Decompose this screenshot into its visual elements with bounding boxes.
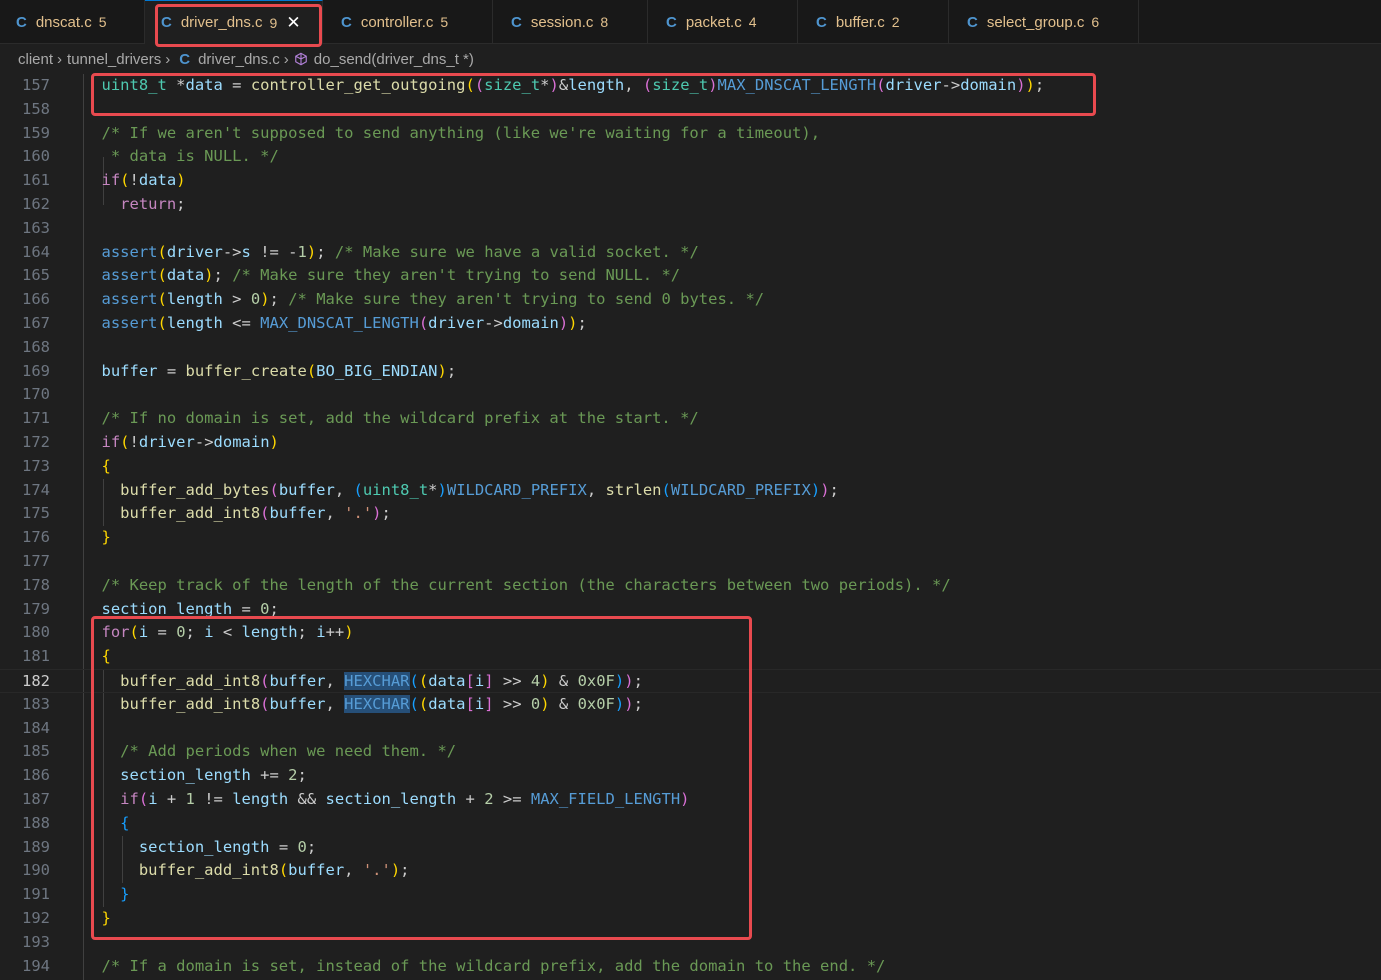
- code-line: 170: [22, 385, 50, 404]
- tab-label: buffer.c: [835, 13, 885, 31]
- code-line: 157 uint8_t *data = controller_get_outgoi…: [22, 76, 1045, 94]
- code-line: 178/* Keep track of the length of the cu…: [22, 575, 951, 594]
- code-line: 183 buffer_add_int8(buffer, HEXCHAR((dat…: [22, 694, 643, 713]
- code-line: 161 if(!data): [22, 171, 186, 190]
- problem-count: 5: [440, 14, 449, 30]
- code-line: 162 return;: [22, 195, 186, 213]
- problem-count: 4: [748, 14, 757, 30]
- tab-label: packet.c: [685, 13, 742, 31]
- code-line: 194/* If a domain is set, instead of the…: [22, 956, 886, 975]
- code-line-current: 182 buffer_add_int8(buffer, HEXCHAR((dat…: [0, 669, 1381, 693]
- code-line: 163: [22, 218, 50, 237]
- tab-label: select_group.c: [986, 13, 1085, 31]
- code-line: 159/* If we aren't supposed to send anyt…: [22, 123, 821, 142]
- tab-dnscat-c[interactable]: C dnscat.c 5: [0, 0, 145, 44]
- chevron-right-icon: ›: [165, 50, 171, 68]
- c-file-icon: C: [161, 14, 172, 31]
- code-line: 189 section_length = 0;: [22, 837, 317, 856]
- c-file-icon: C: [666, 13, 677, 31]
- tab-buffer-c[interactable]: C buffer.c 2: [798, 0, 949, 44]
- code-line: 172 if(!driver->domain): [22, 433, 279, 451]
- code-line: 193: [22, 932, 50, 951]
- code-line: 188 {: [22, 813, 130, 832]
- tab-packet-c[interactable]: C packet.c 4: [648, 0, 798, 44]
- breadcrumb-folder-client[interactable]: client: [18, 51, 53, 68]
- tab-controller-c[interactable]: C controller.c 5: [323, 0, 493, 44]
- tab-label: driver_dns.c: [180, 14, 263, 31]
- breadcrumb-symbol[interactable]: do_send(driver_dns_t *): [314, 51, 474, 68]
- problem-count: 2: [891, 14, 900, 30]
- problem-count: 5: [98, 14, 107, 30]
- c-file-icon: C: [511, 13, 522, 31]
- code-line: 180 for(i = 0; i < length; i++): [22, 623, 354, 642]
- code-line: 166 assert(length > 0); /* Make sure they…: [22, 290, 765, 309]
- close-icon[interactable]: ✕: [286, 13, 300, 33]
- code-line: 174 buffer_add_bytes(buffer, (uint8_t*)W…: [22, 480, 839, 499]
- code-line: 192}: [22, 909, 111, 927]
- c-file-icon: C: [179, 50, 191, 68]
- code-line: 176}: [22, 528, 111, 547]
- code-line: 158: [22, 99, 50, 118]
- code-line: 173{: [22, 456, 111, 475]
- code-line: 169 buffer = buffer_create(BO_BIG_ENDIAN)…: [22, 361, 457, 380]
- c-file-icon: C: [341, 13, 352, 31]
- code-line: 167 assert(length <= MAX_DNSCAT_LENGTH(dr…: [22, 314, 587, 332]
- code-line: 179 section_length = 0;: [22, 599, 279, 618]
- problem-count: 6: [1091, 14, 1100, 30]
- c-file-icon: C: [967, 13, 978, 31]
- code-line: 185 /* Add periods when we need them. */: [22, 742, 457, 761]
- breadcrumb: client › tunnel_drivers › C driver_dns.c…: [0, 44, 1381, 74]
- editor-tab-bar: C dnscat.c 5 C driver_dns.c 9 ✕ C contro…: [0, 0, 1381, 44]
- code-line: 164 assert(driver->s != -1); /* Make sure…: [22, 242, 699, 261]
- tab-label: dnscat.c: [35, 13, 92, 31]
- code-line: 175 buffer_add_int8(buffer, '.');: [22, 504, 391, 523]
- c-file-icon: C: [816, 13, 827, 31]
- breadcrumb-folder-tunnel-drivers[interactable]: tunnel_drivers: [67, 51, 161, 68]
- c-file-icon: C: [16, 13, 27, 31]
- code-line: 186 section_length += 2;: [22, 766, 307, 785]
- breadcrumb-file[interactable]: driver_dns.c: [198, 51, 280, 68]
- code-line: 177: [22, 552, 50, 570]
- code-line: 190 buffer_add_int8(buffer, '.');: [22, 861, 410, 880]
- tab-session-c[interactable]: C session.c 8: [493, 0, 648, 44]
- chevron-right-icon: ›: [57, 50, 63, 68]
- code-line: 191 }: [22, 885, 130, 904]
- code-line: 187 if(i + 1 != length && section_length…: [22, 790, 690, 808]
- tab-label: session.c: [530, 13, 594, 31]
- code-line: 184: [22, 718, 50, 737]
- tab-label: controller.c: [360, 13, 434, 31]
- code-editor[interactable]: 157 uint8_t *data = controller_get_outgoi…: [0, 74, 1381, 980]
- tab-driver-dns-c[interactable]: C driver_dns.c 9 ✕: [145, 0, 323, 44]
- code-line: 181{: [22, 647, 111, 666]
- problem-count: 9: [269, 14, 278, 31]
- code-line: 171/* If no domain is set, add the wildc…: [22, 409, 699, 428]
- code-line: 160 * data is NULL. */: [22, 147, 279, 166]
- code-line: 165 assert(data); /* Make sure they aren'…: [22, 266, 681, 285]
- code-line: 168: [22, 337, 50, 356]
- problem-count: 8: [600, 14, 609, 30]
- tab-select-group-c[interactable]: C select_group.c 6: [949, 0, 1139, 44]
- method-symbol-icon: [294, 52, 307, 66]
- chevron-right-icon: ›: [283, 50, 289, 68]
